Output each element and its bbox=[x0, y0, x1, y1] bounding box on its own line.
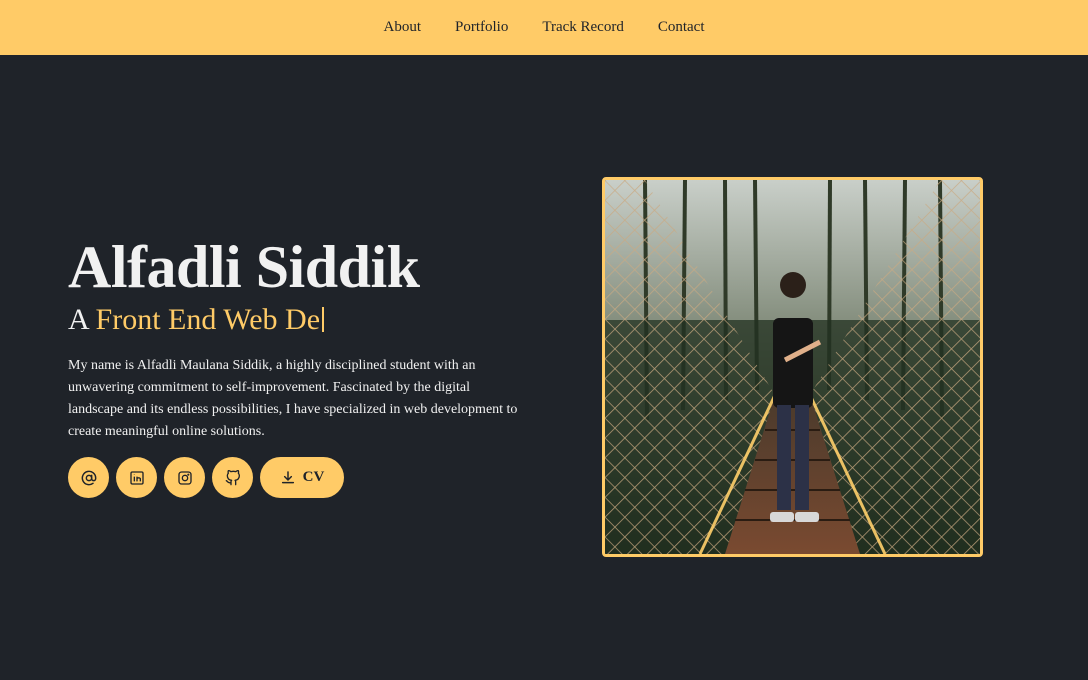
hero-name: Alfadli Siddik bbox=[68, 234, 420, 300]
navbar: About Portfolio Track Record Contact bbox=[0, 0, 1088, 55]
download-icon bbox=[281, 470, 294, 483]
hero-role-prefix: A bbox=[68, 303, 96, 336]
download-cv-button[interactable]: CV bbox=[260, 457, 344, 498]
at-sign-icon bbox=[81, 470, 96, 485]
nav-link-about[interactable]: About bbox=[383, 19, 421, 36]
nav-link-contact[interactable]: Contact bbox=[658, 19, 705, 36]
hero-role-typed: Front End Web De bbox=[95, 303, 321, 336]
hero-section: Alfadli Siddik A Front End Web De My nam… bbox=[68, 232, 528, 443]
email-button[interactable] bbox=[68, 457, 109, 498]
linkedin-icon bbox=[129, 470, 144, 485]
profile-photo bbox=[602, 177, 983, 557]
nav-link-portfolio[interactable]: Portfolio bbox=[455, 19, 508, 36]
nav-link-track-record[interactable]: Track Record bbox=[542, 19, 624, 36]
github-button[interactable] bbox=[212, 457, 253, 498]
instagram-button[interactable] bbox=[164, 457, 205, 498]
social-links: CV bbox=[68, 457, 344, 498]
github-icon bbox=[225, 469, 240, 485]
hero-role: A Front End Web De bbox=[68, 303, 528, 337]
linkedin-button[interactable] bbox=[116, 457, 157, 498]
profile-photo-image bbox=[605, 180, 980, 554]
instagram-icon bbox=[177, 470, 192, 485]
hero-description: My name is Alfadli Maulana Siddik, a hig… bbox=[68, 358, 518, 439]
cv-button-label: CV bbox=[302, 469, 325, 485]
typing-caret bbox=[322, 307, 325, 332]
